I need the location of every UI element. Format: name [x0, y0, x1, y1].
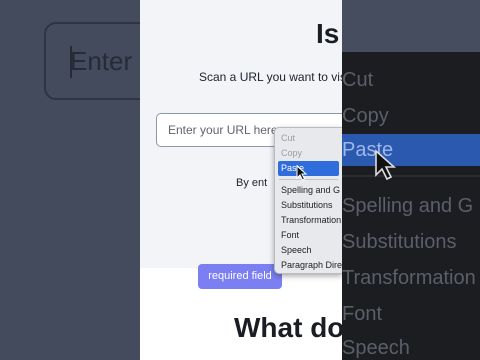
text-caret-icon [70, 46, 72, 78]
menu-separator [279, 179, 338, 180]
zoomed-input-placeholder: Enter [70, 46, 133, 76]
zoomed-menu-item-font: Font [342, 303, 383, 325]
zoomed-menu-item-substitutions: Substitutions [342, 231, 457, 253]
context-menu: Cut Copy Paste Spelling and G Substituti… [274, 127, 342, 274]
zoomed-menu-item-cut: Cut [342, 69, 374, 91]
menu-item-copy[interactable]: Copy [275, 146, 342, 161]
menu-item-speech[interactable]: Speech [275, 243, 342, 258]
menu-item-paste[interactable]: Paste [278, 161, 339, 176]
page-subtitle: Scan a URL you want to vis [199, 70, 342, 84]
section-heading: What do [234, 312, 342, 343]
zoomed-menu-item-spelling: Spelling and G [342, 195, 474, 217]
required-field-tooltip: required field [198, 264, 282, 289]
zoomed-menu-item-copy: Copy [342, 105, 389, 127]
arrow-cursor-icon [296, 165, 308, 181]
left-zoom-panel: Enter [0, 0, 140, 360]
menu-item-transformations[interactable]: Transformation [275, 213, 342, 228]
menu-item-cut[interactable]: Cut [275, 131, 342, 146]
menu-item-font[interactable]: Font [275, 228, 342, 243]
zoomed-arrow-cursor-icon [375, 149, 397, 181]
zoomed-menu-item-transformations: Transformation [342, 267, 476, 289]
zoomed-context-menu: Cut Copy Paste Spelling and G Substituti… [342, 52, 480, 360]
page-title: Is [316, 18, 340, 49]
right-zoom-panel: Cut Copy Paste Spelling and G Substituti… [342, 0, 480, 360]
terms-text: By ent [236, 177, 268, 189]
zoomed-menu-item-speech: Speech [342, 337, 410, 359]
zoomed-menu-separator [342, 175, 480, 177]
zoomed-menu-item-paste: Paste [342, 134, 480, 166]
menu-item-substitutions[interactable]: Substitutions [275, 198, 342, 213]
menu-item-spelling[interactable]: Spelling and G [275, 183, 342, 198]
menu-item-paragraph-direction[interactable]: Paragraph Dire [275, 258, 342, 273]
